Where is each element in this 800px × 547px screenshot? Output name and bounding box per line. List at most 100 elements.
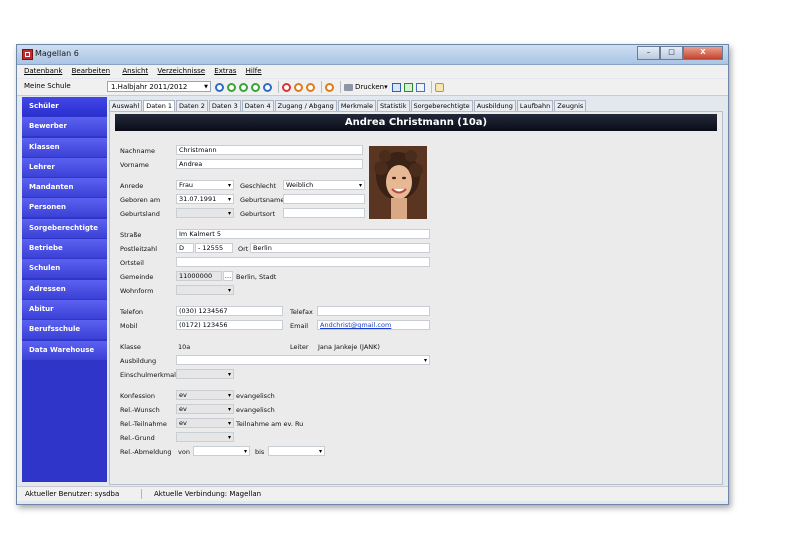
sidebar-item-schueler[interactable]: Schüler bbox=[22, 97, 107, 116]
label-ausbildung: Ausbildung bbox=[120, 357, 157, 365]
label-konfession: Konfession bbox=[120, 392, 155, 400]
sidebar-item-data-warehouse[interactable]: Data Warehouse bbox=[22, 340, 107, 360]
first-record-icon[interactable] bbox=[215, 82, 224, 92]
next-record-icon[interactable] bbox=[239, 82, 248, 92]
geburtsort-field[interactable] bbox=[283, 208, 365, 218]
label-einschulmerkmal: Einschulmerkmal bbox=[120, 371, 176, 379]
konfession-select[interactable]: ev bbox=[176, 390, 234, 400]
nachname-field[interactable]: Christmann bbox=[176, 145, 363, 155]
menu-bearbeiten[interactable]: Bearbeiten bbox=[72, 65, 110, 78]
geburtsdatum-field[interactable]: 31.07.1991 bbox=[176, 194, 234, 204]
title-bar: Magellan 6 – □ X bbox=[17, 45, 728, 65]
sidebar-item-klassen[interactable]: Klassen bbox=[22, 137, 107, 157]
status-connection: Aktuelle Verbindung: Magellan bbox=[154, 490, 262, 498]
status-bar: Aktueller Benutzer: sysdba Aktuelle Verb… bbox=[17, 486, 728, 501]
search-icon[interactable] bbox=[325, 82, 334, 92]
new-record-icon[interactable] bbox=[282, 82, 291, 92]
maximize-button[interactable]: □ bbox=[660, 46, 683, 60]
leiter-value: Jana Jankeje (JANK) bbox=[318, 343, 380, 351]
sidebar-item-sorgeberechtigte[interactable]: Sorgeberechtigte bbox=[22, 218, 107, 238]
sidebar: Schüler Bewerber Klassen Lehrer Mandante… bbox=[22, 97, 107, 482]
sidebar-item-personen[interactable]: Personen bbox=[22, 198, 107, 218]
print-label: Drucken bbox=[355, 83, 385, 91]
label-vorname: Vorname bbox=[120, 161, 149, 169]
mobil-field[interactable]: (0172) 123456 bbox=[176, 320, 283, 330]
ort-field[interactable]: Berlin bbox=[250, 243, 430, 253]
rel-wunsch-select[interactable]: ev bbox=[176, 404, 234, 414]
label-geburtsname: Geburtsname bbox=[240, 196, 285, 204]
country-code-field[interactable]: D bbox=[176, 243, 194, 253]
sidebar-item-betriebe[interactable]: Betriebe bbox=[22, 239, 107, 259]
sidebar-item-berufsschule[interactable]: Berufsschule bbox=[22, 320, 107, 340]
menu-extras[interactable]: Extras bbox=[214, 65, 236, 78]
label-email: Email bbox=[290, 322, 309, 330]
status-user: Aktueller Benutzer: sysdba bbox=[25, 490, 120, 498]
einschulmerkmal-select[interactable] bbox=[176, 369, 234, 379]
label-nachname: Nachname bbox=[120, 147, 155, 155]
geburtsland-select[interactable] bbox=[176, 208, 234, 218]
wohnform-select[interactable] bbox=[176, 285, 234, 295]
strasse-field[interactable]: Im Kalmert 5 bbox=[176, 229, 430, 239]
sidebar-item-mandanten[interactable]: Mandanten bbox=[22, 178, 107, 198]
email-link[interactable]: Andchrist@gmail.com bbox=[320, 321, 391, 329]
label-klasse: Klasse bbox=[120, 343, 141, 351]
app-icon bbox=[22, 49, 33, 60]
excel-icon[interactable] bbox=[403, 82, 413, 92]
word-icon[interactable] bbox=[391, 82, 401, 92]
period-value: 1.Halbjahr 2011/2012 bbox=[111, 83, 188, 91]
sidebar-item-schulen[interactable]: Schulen bbox=[22, 259, 107, 279]
label-wohnform: Wohnform bbox=[120, 287, 154, 295]
portrait-image bbox=[369, 146, 427, 219]
edit-record-icon[interactable] bbox=[294, 82, 303, 92]
student-photo bbox=[369, 146, 427, 219]
menu-datenbank[interactable]: Datenbank bbox=[24, 65, 62, 78]
vorname-field[interactable]: Andrea bbox=[176, 159, 363, 169]
previous-record-icon[interactable] bbox=[227, 82, 236, 92]
sidebar-item-adressen[interactable]: Adressen bbox=[22, 279, 107, 299]
last-record-icon[interactable] bbox=[251, 82, 260, 92]
label-telefax: Telefax bbox=[290, 308, 313, 316]
sidebar-item-lehrer[interactable]: Lehrer bbox=[22, 157, 107, 177]
delete-record-icon[interactable] bbox=[306, 82, 315, 92]
ortsteil-field[interactable] bbox=[176, 257, 430, 267]
sidebar-item-bewerber[interactable]: Bewerber bbox=[22, 117, 107, 137]
close-button[interactable]: X bbox=[683, 46, 723, 60]
toolbar: Meine Schule 1.Halbjahr 2011/2012 ▼ Druck… bbox=[17, 79, 728, 96]
label-gemeinde: Gemeinde bbox=[120, 273, 154, 281]
ausbildung-select[interactable] bbox=[176, 355, 430, 365]
rel-grund-select[interactable] bbox=[176, 432, 234, 442]
label-rel-abmeldung: Rel.-Abmeldung bbox=[120, 448, 172, 456]
document-icon[interactable] bbox=[415, 82, 425, 92]
telefon-field[interactable]: (030) 1234567 bbox=[176, 306, 283, 316]
abmeldung-von-field[interactable] bbox=[193, 446, 250, 456]
label-geburtsort: Geburtsort bbox=[240, 210, 276, 218]
abmeldung-bis-field[interactable] bbox=[268, 446, 325, 456]
label-mobil: Mobil bbox=[120, 322, 138, 330]
menu-ansicht[interactable]: Ansicht bbox=[122, 65, 148, 78]
gemeinde-field[interactable]: 11000000 bbox=[176, 271, 222, 281]
menu-hilfe[interactable]: Hilfe bbox=[246, 65, 262, 78]
print-button[interactable]: Drucken ▾ bbox=[344, 83, 388, 91]
toolbar-separator bbox=[321, 81, 322, 93]
geburtsname-field[interactable] bbox=[283, 194, 365, 204]
geschlecht-select[interactable]: Weiblich bbox=[283, 180, 365, 190]
email-field[interactable]: Andchrist@gmail.com bbox=[317, 320, 430, 330]
rel-teilnahme-select[interactable]: ev bbox=[176, 418, 234, 428]
label-strasse: Straße bbox=[120, 231, 142, 239]
label-rel-grund: Rel.-Grund bbox=[120, 434, 155, 442]
telefax-field[interactable] bbox=[317, 306, 430, 316]
mail-icon[interactable] bbox=[434, 82, 444, 92]
label-rel-wunsch: Rel.-Wunsch bbox=[120, 406, 160, 414]
minimize-button[interactable]: – bbox=[637, 46, 660, 60]
klasse-value: 10a bbox=[178, 343, 191, 351]
refresh-icon[interactable] bbox=[263, 82, 272, 92]
gemeinde-lookup-button[interactable]: … bbox=[223, 271, 233, 281]
menu-bar: Datenbank Bearbeiten Ansicht Verzeichnis… bbox=[17, 65, 728, 78]
plz-field[interactable]: - 12555 bbox=[195, 243, 233, 253]
sidebar-item-abitur[interactable]: Abitur bbox=[22, 299, 107, 319]
anrede-select[interactable]: Frau bbox=[176, 180, 234, 190]
school-select[interactable]: Meine Schule bbox=[21, 81, 105, 92]
menu-verzeichnisse[interactable]: Verzeichnisse bbox=[157, 65, 205, 78]
period-select[interactable]: 1.Halbjahr 2011/2012 ▼ bbox=[107, 81, 211, 92]
status-divider bbox=[141, 489, 142, 499]
